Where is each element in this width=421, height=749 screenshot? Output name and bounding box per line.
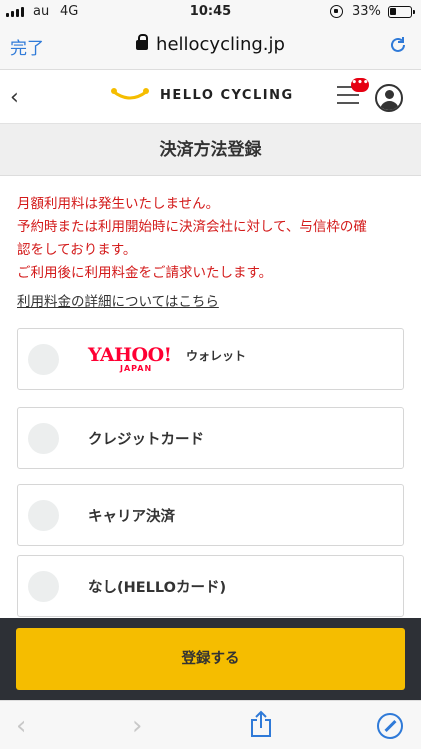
- footer-bar: 登録する: [0, 618, 421, 700]
- notification-badge: •••: [351, 78, 369, 92]
- yahoo-japan-logo: YAHOO! JAPAN: [88, 344, 172, 373]
- battery-icon: [388, 6, 415, 18]
- option-yahoo-wallet[interactable]: YAHOO! JAPAN ウォレット: [17, 328, 404, 390]
- logo-mark-icon: [111, 88, 149, 100]
- radio-button[interactable]: [28, 344, 59, 375]
- lock-icon: [136, 34, 149, 50]
- option-none-hello-card[interactable]: なし(HELLOカード): [17, 555, 404, 617]
- reload-icon[interactable]: [389, 36, 407, 54]
- register-button[interactable]: 登録する: [16, 628, 405, 690]
- radio-button[interactable]: [28, 423, 59, 454]
- option-label: ウォレット: [186, 348, 247, 363]
- logo[interactable]: HELLO CYCLING: [110, 86, 294, 104]
- radio-button[interactable]: [28, 500, 59, 531]
- option-label: クレジットカード: [88, 432, 204, 448]
- radio-button[interactable]: [28, 571, 59, 602]
- notice-text: 月額利用料は発生いたしません。 予約時または利用開始時に決済会社に対して、与信枠…: [17, 193, 407, 285]
- browser-url-bar: 完了 hellocycling.jp: [0, 24, 421, 70]
- notice-line: ご利用後に利用料金をご請求いたします。: [17, 265, 273, 281]
- option-label: キャリア決済: [88, 509, 175, 525]
- site-header: ‹ HELLO CYCLING •••: [0, 70, 421, 124]
- url-text: hellocycling.jp: [156, 34, 285, 55]
- option-credit-card[interactable]: クレジットカード: [17, 407, 404, 469]
- fee-detail-link[interactable]: 利用料金の詳細についてはこちら: [17, 290, 219, 310]
- logo-text: HELLO CYCLING: [160, 87, 294, 103]
- status-bar: au 4G 10:45 33%: [0, 0, 421, 24]
- yahoo-wallet-label: YAHOO! JAPAN ウォレット: [88, 344, 246, 374]
- compass-icon[interactable]: [377, 713, 403, 739]
- share-icon[interactable]: [250, 710, 272, 738]
- screen: au 4G 10:45 33% 完了 hellocycling.jp ‹ HEL…: [0, 0, 421, 749]
- notice-line: 予約時または利用開始時に決済会社に対して、与信枠の確: [17, 219, 367, 235]
- url-field[interactable]: hellocycling.jp: [0, 34, 421, 55]
- page-title: 決済方法登録: [0, 124, 421, 176]
- notice-line: 認をしております。: [17, 242, 137, 258]
- battery-percent: 33%: [352, 4, 381, 19]
- browser-toolbar: ‹ ›: [0, 700, 421, 749]
- browser-forward-icon[interactable]: ›: [132, 711, 142, 741]
- option-carrier-billing[interactable]: キャリア決済: [17, 484, 404, 546]
- back-chevron-icon[interactable]: ‹: [10, 85, 19, 110]
- orientation-lock-icon: [330, 5, 343, 18]
- user-avatar-icon[interactable]: [375, 84, 403, 112]
- browser-back-icon[interactable]: ‹: [16, 711, 26, 741]
- option-label: なし(HELLOカード): [88, 580, 227, 596]
- notice-line: 月額利用料は発生いたしません。: [17, 196, 220, 212]
